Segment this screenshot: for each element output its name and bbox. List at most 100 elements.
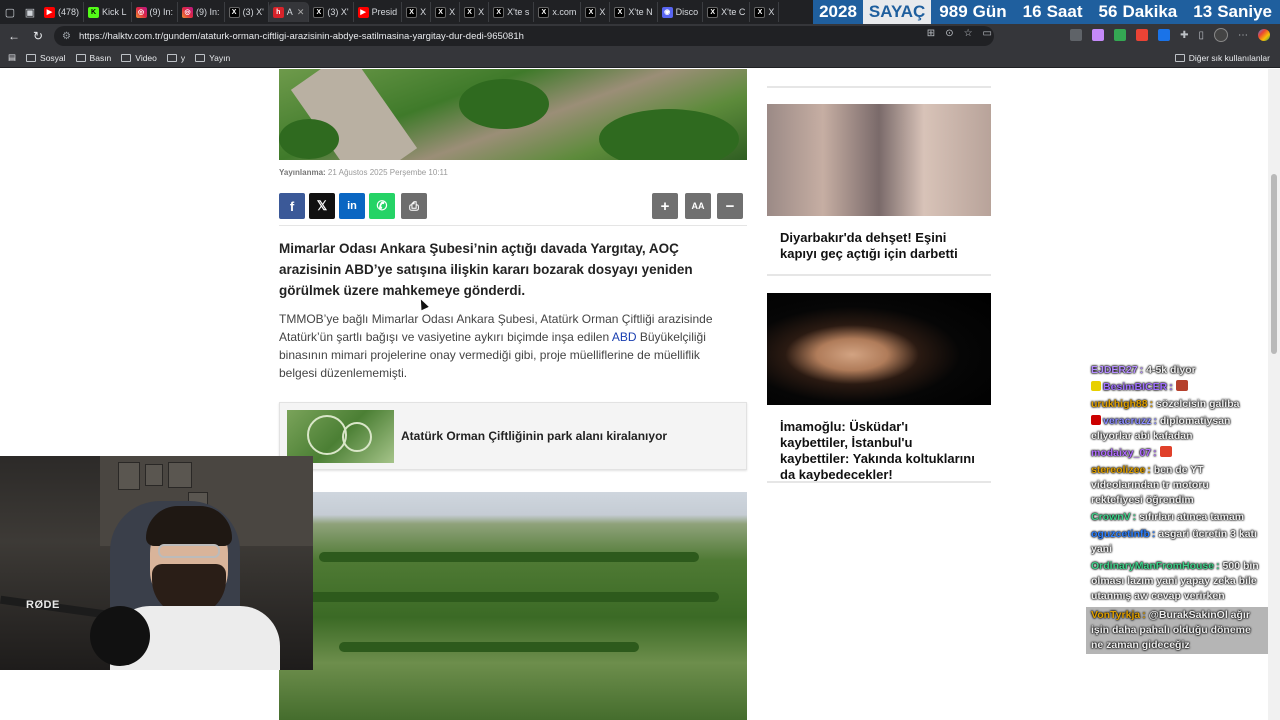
bookmarks-menu-icon[interactable]: ▤ [8,52,16,63]
sidebar-news-card[interactable]: İmamoğlu: Üsküdar'ı kaybettiler, İstanbu… [767,293,991,483]
extensions-bar: ✚ ▯ ⋯ [1070,28,1270,42]
browser-tab[interactable]: XX [750,2,780,22]
news-card-title[interactable]: İmamoğlu: Üsküdar'ı kaybettiler, İstanbu… [767,405,991,483]
bookmark-star-icon[interactable]: ☆ [964,28,973,39]
divider [279,225,747,226]
countdown-seconds: 13 Saniye [1185,0,1280,24]
extension-icon[interactable] [1070,29,1083,41]
bookmark-folder[interactable]: Sosyal [26,53,66,63]
extension-icon[interactable] [1114,29,1127,41]
share-whatsapp-button[interactable]: ✆ [369,193,395,219]
chat-username: stereolizee [1091,464,1146,476]
share-x-button[interactable]: 𝕏 [309,193,335,219]
close-tab-icon[interactable]: ✕ [297,7,305,18]
chat-username: VonTyrkja [1091,609,1141,621]
x-icon: X [228,6,240,18]
install-app-icon[interactable]: ⊞ [927,28,935,39]
news-card-image[interactable] [767,293,991,405]
browser-tab[interactable]: X (3) X' [225,2,269,22]
share-linkedin-button[interactable]: in [339,193,365,219]
copilot-icon[interactable] [1258,29,1270,41]
increase-font-button[interactable]: + [652,193,678,219]
x-icon: X [464,6,476,18]
abd-link[interactable]: ABD [612,330,637,344]
news-card-image[interactable] [767,104,991,216]
browser-tab[interactable]: K Kick L [84,2,132,22]
share-facebook-button[interactable]: f [279,193,305,219]
split-view-icon[interactable]: ▭ [983,28,992,39]
x-icon: X [435,6,447,18]
browser-tab[interactable]: XX [402,2,432,22]
extensions-puzzle-icon[interactable]: ✚ [1180,30,1188,41]
countdown-title: SAYAÇ [862,0,932,24]
browser-tab[interactable]: XX [581,2,611,22]
browser-tab[interactable]: ◎ (9) In: [132,2,179,22]
discord-icon: ◉ [661,6,673,18]
article-photo [279,492,747,720]
chat-badge-icon [1091,415,1101,425]
chat-username: CrownV [1091,511,1131,523]
extension-icon[interactable] [1136,29,1149,41]
decrease-font-button[interactable]: − [717,193,743,219]
countdown-hours: 16 Saat [1014,0,1091,24]
youtube-icon: ▶ [44,6,55,18]
chat-username: urukhigh88 [1091,398,1148,410]
browser-tab[interactable]: ▶ Presid [354,2,403,22]
bookmark-folder[interactable]: y [166,53,185,63]
chat-message: CrownV: sıfırları atınca tamam [1086,509,1268,526]
window-menu-icon[interactable]: ▢ [0,0,20,24]
browser-tab[interactable]: X X'te N [610,2,658,22]
extension-icon[interactable] [1092,29,1105,41]
bookmark-folder[interactable]: Yayın [195,53,230,63]
back-icon[interactable]: ← [4,26,24,46]
browser-tab[interactable]: X (3) X' [309,2,354,22]
folder-icon [166,53,177,62]
thumb-shape [342,422,372,452]
related-article-card[interactable]: Atatürk Orman Çiftliğinin park alanı kir… [279,402,747,470]
site-info-icon[interactable]: ⚙ [62,31,71,42]
news-card-title[interactable]: Diyarbakır'da dehşet! Eşini kapıyı geç a… [767,216,991,262]
profile-avatar[interactable] [1214,28,1228,42]
chat-text: 4-5k diyor [1146,364,1196,376]
url-text: https://halktv.com.tr/gundem/ataturk-orm… [78,30,524,42]
browser-tab[interactable]: ▶ (478) [40,2,85,22]
browser-tab[interactable]: ◎ (9) In: [178,2,225,22]
extension-icon[interactable] [1158,29,1171,41]
thumb-shape [307,415,347,455]
divider [767,86,991,88]
reload-icon[interactable]: ↻ [28,26,48,46]
more-menu-icon[interactable]: ⋯ [1238,30,1248,41]
browser-tab-active[interactable]: h A ✕ [268,2,310,22]
x-icon: X [406,6,418,18]
browser-tab[interactable]: X X'te s [489,2,535,22]
scrollbar-thumb[interactable] [1271,174,1277,354]
sidebar-icon[interactable]: ▯ [1198,30,1204,41]
webcam-picture-frame [168,462,192,488]
article-lead: Mimarlar Odası Ankara Şubesi’nin açtığı … [279,241,693,298]
bookmark-folder[interactable]: Video [121,53,157,63]
photo-tree-row [299,592,719,602]
other-bookmarks[interactable]: Diğer sık kullanılanlar [1174,53,1270,63]
browser-tab[interactable]: X X'te C [703,2,751,22]
bookmarks-bar: ▤ Sosyal Basın Video y Yayın Diğer sık k… [0,48,1280,68]
browser-tab[interactable]: XX [460,2,490,22]
print-button[interactable]: ⎙ [401,193,427,219]
browser-tab[interactable]: Xx.com [534,2,582,22]
sidebar-news-card[interactable]: Diyarbakır'da dehşet! Eşini kapıyı geç a… [767,104,991,276]
chat-message: stereolizee: ben de YT videolarından tr … [1086,462,1268,509]
url-input[interactable]: ⚙ https://halktv.com.tr/gundem/ataturk-o… [54,26,994,46]
font-size-button[interactable]: AA [685,193,711,219]
tab-search-icon[interactable]: ▣ [20,0,40,24]
folder-icon [75,53,86,62]
kick-icon: K [88,6,100,18]
browser-tab[interactable]: ◉ Disco [658,2,704,22]
countdown-overlay: 2028 SAYAÇ 989 Gün 16 Saat 56 Dakika 13 Sani… [813,0,1280,24]
bookmark-folder[interactable]: Basın [75,53,111,63]
page-scrollbar[interactable] [1268,69,1280,720]
browser-tab[interactable]: XX [431,2,461,22]
share-page-icon[interactable]: ⊙ [945,28,953,39]
chat-username: EJDER27 [1091,364,1138,376]
x-icon: X [313,6,325,18]
chat-username: BesimBICER [1103,381,1168,393]
related-article-title[interactable]: Atatürk Orman Çiftliğinin park alanı kir… [401,429,667,443]
